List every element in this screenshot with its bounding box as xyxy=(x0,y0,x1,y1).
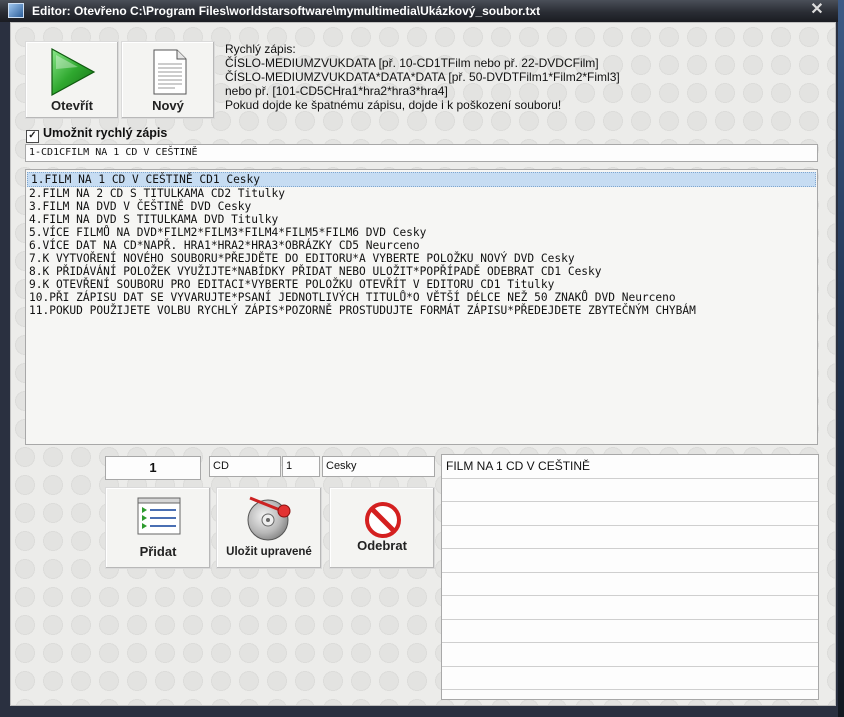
remove-button-label: Odebrat xyxy=(357,538,407,553)
title-bar[interactable]: Editor: Otevřeno C:\Program Files\worlds… xyxy=(0,0,838,22)
item-number-field[interactable]: 1 xyxy=(105,456,201,480)
list-item[interactable]: 3.FILM NA DVD V ČEŠTINĚ DVD Cesky xyxy=(26,200,817,213)
quick-entry-input[interactable]: 1-CD1CFILM NA 1 CD V CEŠTINĚ xyxy=(25,144,818,162)
count-field[interactable]: 1 xyxy=(282,456,320,477)
quick-entry-checkbox[interactable]: ✓ xyxy=(26,130,39,143)
detail-row[interactable] xyxy=(442,479,818,502)
editor-client-area: Otevřít Nový Rychlý zápis: ČÍSLO-MEDIUMZ… xyxy=(10,22,836,706)
detail-row[interactable]: FILM NA 1 CD V CEŠTINĚ xyxy=(442,455,818,479)
open-button-label: Otevřít xyxy=(51,98,93,113)
list-item[interactable]: 11.POKUD POUŽIJETE VOLBU RYCHLÝ ZÁPIS*PO… xyxy=(26,304,817,317)
quick-entry-toggle[interactable]: ✓ Umožnit rychlý zápis xyxy=(26,126,167,143)
editor-window: Editor: Otevřeno C:\Program Files\worlds… xyxy=(0,0,838,717)
window-title: Editor: Otevřeno C:\Program Files\worlds… xyxy=(32,4,541,18)
help-line: Rychlý zápis: xyxy=(225,42,296,56)
no-entry-icon xyxy=(365,502,401,538)
list-item[interactable]: 8.K PŘIDÁVÁNÍ POLOŽEK VYUŽIJTE*NABÍDKY P… xyxy=(26,265,817,278)
detail-row[interactable] xyxy=(442,643,818,667)
language-field[interactable]: Cesky xyxy=(322,456,435,477)
remove-button[interactable]: Odebrat xyxy=(329,487,435,569)
detail-row[interactable] xyxy=(442,502,818,526)
item-detail-list[interactable]: FILM NA 1 CD V CEŠTINĚ xyxy=(441,454,819,700)
detail-row[interactable] xyxy=(442,667,818,690)
list-item[interactable]: 10.PŘI ZÁPISU DAT SE VYVARUJTE*PSANÍ JED… xyxy=(26,291,817,304)
detail-row[interactable] xyxy=(442,620,818,643)
detail-row[interactable] xyxy=(442,549,818,573)
quick-entry-help: Rychlý zápis: ČÍSLO-MEDIUMZVUKDATA [př. … xyxy=(225,42,645,112)
new-document-icon xyxy=(153,49,187,95)
list-item[interactable]: 2.FILM NA 2 CD S TITULKAMA CD2 Titulky xyxy=(26,187,817,200)
help-line: nebo př. [101-CD5CHra1*hra2*hra3*hra4] xyxy=(225,84,448,98)
open-button[interactable]: Otevřít xyxy=(25,41,119,119)
close-button[interactable]: ✕ xyxy=(806,1,828,19)
disc-save-icon xyxy=(247,496,291,541)
help-line: ČÍSLO-MEDIUMZVUKDATA*DATA*DATA [př. 50-D… xyxy=(225,70,620,84)
list-item[interactable]: 4.FILM NA DVD S TITULKAMA DVD Titulky xyxy=(26,213,817,226)
save-edited-button-label: Uložit upravené xyxy=(226,546,312,558)
help-line: ČÍSLO-MEDIUMZVUKDATA [př. 10-CD1TFilm ne… xyxy=(225,56,599,70)
help-line: Pokud dojde ke špatnému zápisu, dojde i … xyxy=(225,98,562,112)
new-button[interactable]: Nový xyxy=(121,41,215,119)
new-button-label: Nový xyxy=(152,98,184,113)
save-edited-button[interactable]: Uložit upravené xyxy=(216,487,322,569)
list-item[interactable]: 5.VÍCE FILMŮ NA DVD*FILM2*FILM3*FILM4*FI… xyxy=(26,226,817,239)
detail-row[interactable] xyxy=(442,596,818,620)
list-item[interactable]: 7.K VYTVOŘENÍ NOVÉHO SOUBORU*PŘEJDĚTE DO… xyxy=(26,252,817,265)
add-button[interactable]: Přidat xyxy=(105,487,211,569)
list-item[interactable]: 9.K OTEVŘENÍ SOUBORU PRO EDITACI*VYBERTE… xyxy=(26,278,817,291)
quick-entry-checkbox-label: Umožnit rychlý zápis xyxy=(43,126,168,140)
add-button-label: Přidat xyxy=(139,544,177,559)
play-icon xyxy=(51,47,96,97)
list-item[interactable]: 1.FILM NA 1 CD V CEŠTINĚ CD1 Cesky xyxy=(27,172,816,187)
detail-row[interactable] xyxy=(442,573,818,596)
entries-list[interactable]: 1.FILM NA 1 CD V CEŠTINĚ CD1 Cesky 2.FIL… xyxy=(25,169,818,445)
add-list-icon xyxy=(137,497,181,535)
detail-row[interactable] xyxy=(442,526,818,549)
list-item[interactable]: 6.VÍCE DAT NA CD*NAPŘ. HRA1*HRA2*HRA3*OB… xyxy=(26,239,817,252)
app-icon xyxy=(8,3,24,18)
medium-field[interactable]: CD xyxy=(209,456,281,477)
